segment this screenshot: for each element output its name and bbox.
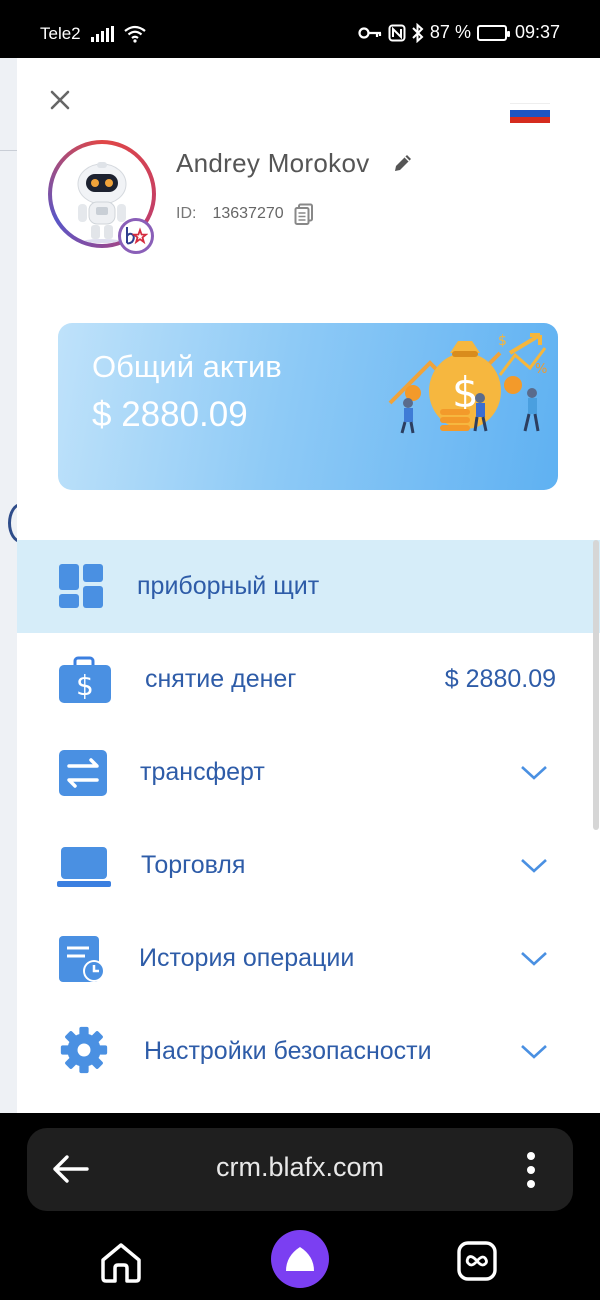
battery-icon xyxy=(476,24,510,41)
close-icon[interactable] xyxy=(47,88,73,114)
status-bar: Tele2 87 % 09:37 xyxy=(0,0,600,58)
withdraw-balance: $ 2880.09 xyxy=(444,665,556,693)
id-label: ID: xyxy=(176,205,197,222)
svg-text:$: $ xyxy=(498,333,507,349)
pencil-edit-icon[interactable] xyxy=(392,152,414,174)
wallet-dollar-icon: $ xyxy=(59,656,111,703)
home-icon[interactable] xyxy=(99,1240,143,1284)
chevron-down-icon[interactable] xyxy=(520,858,548,874)
laptop-icon xyxy=(57,847,111,887)
drawer-menu: приборный щит $ снятие денег $ 2880.09 т… xyxy=(17,540,600,1098)
russia-flag-icon[interactable] xyxy=(510,103,550,123)
menu-label: Настройки безопасности xyxy=(144,1037,432,1065)
menu-item-dashboard[interactable]: приборный щит xyxy=(17,540,600,633)
dashboard-icon xyxy=(59,564,103,608)
menu-label: трансферт xyxy=(140,758,265,786)
side-drawer: Andrey Morokov ID: 13637270 Общий актив … xyxy=(17,58,600,1113)
transfer-icon xyxy=(59,750,107,796)
clock: 09:37 xyxy=(514,22,560,42)
menu-label: История операции xyxy=(139,944,355,972)
broker-badge-icon xyxy=(118,218,154,254)
profile-id-row: ID: 13637270 xyxy=(176,203,314,225)
nfc-icon xyxy=(388,24,406,41)
scrollbar[interactable] xyxy=(593,540,599,830)
money-bag-illustration-icon: $ % $ xyxy=(388,333,547,434)
bluetooth-icon xyxy=(412,22,424,43)
carrier-label: Tele2 xyxy=(40,24,81,43)
profile-name: Andrey Morokov xyxy=(176,148,370,178)
more-menu-icon[interactable] xyxy=(525,1150,537,1190)
chevron-down-icon[interactable] xyxy=(520,1044,548,1060)
wifi-icon xyxy=(123,25,146,43)
bottom-navigation xyxy=(0,1213,600,1300)
browser-address-bar[interactable]: crm.blafx.com xyxy=(27,1128,573,1211)
battery-percent: 87 % xyxy=(429,22,471,42)
menu-item-security[interactable]: Настройки безопасности xyxy=(17,1005,600,1098)
asset-card-title: Общий актив xyxy=(92,349,282,384)
copy-icon[interactable] xyxy=(294,203,314,225)
assistant-icon[interactable] xyxy=(271,1230,329,1288)
key-icon xyxy=(358,26,382,39)
menu-item-trading[interactable]: Торговля xyxy=(17,819,600,912)
gear-icon xyxy=(60,1026,108,1074)
asset-card-value: $ 2880.09 xyxy=(92,395,248,434)
menu-label: Торговля xyxy=(141,851,246,879)
history-icon xyxy=(59,936,105,982)
id-value: 13637270 xyxy=(212,205,284,222)
chevron-down-icon[interactable] xyxy=(520,765,548,781)
tabs-icon[interactable] xyxy=(456,1240,498,1282)
svg-text:$: $ xyxy=(76,669,94,702)
url-text[interactable]: crm.blafx.com xyxy=(27,1152,573,1183)
chevron-down-icon[interactable] xyxy=(520,951,548,967)
total-assets-card: Общий актив $ 2880.09 $ % $ xyxy=(58,323,558,490)
menu-item-history[interactable]: История операции xyxy=(17,912,600,1005)
menu-label: приборный щит xyxy=(137,572,320,600)
menu-item-transfer[interactable]: трансферт xyxy=(17,726,600,819)
menu-label: снятие денег xyxy=(145,665,297,693)
menu-item-withdraw[interactable]: $ снятие денег $ 2880.09 xyxy=(17,633,600,726)
svg-text:%: % xyxy=(535,362,547,377)
signal-icon xyxy=(90,26,114,42)
